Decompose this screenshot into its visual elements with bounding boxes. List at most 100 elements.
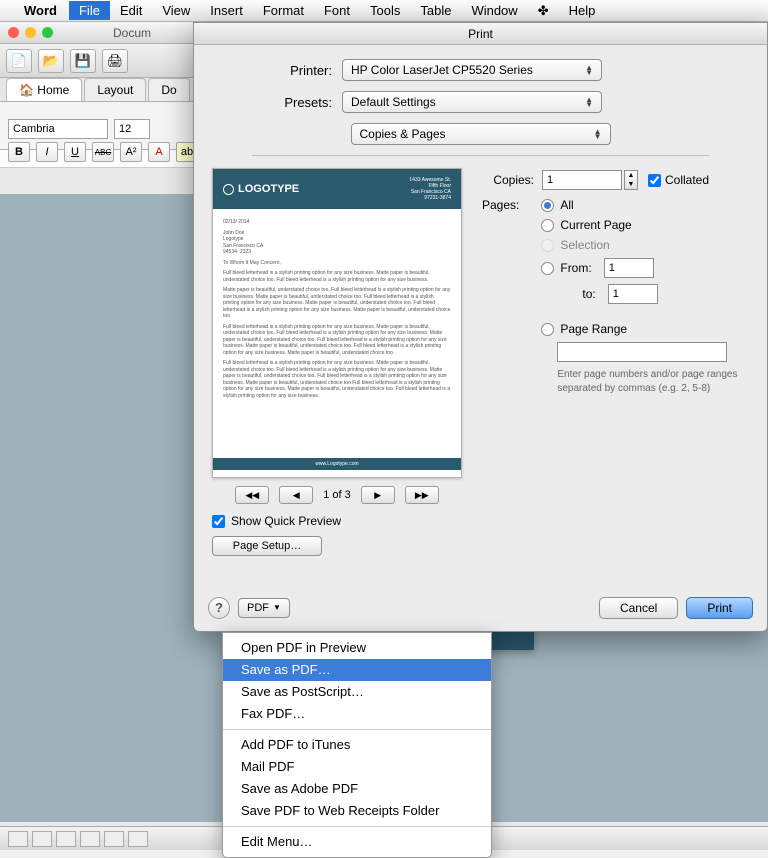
menu-help[interactable]: Help (559, 1, 606, 20)
close-icon[interactable] (8, 27, 19, 38)
help-button[interactable]: ? (208, 597, 230, 619)
presets-select[interactable]: Default Settings ▲▼ (342, 91, 602, 113)
open-button[interactable]: 📂 (38, 49, 64, 73)
menu-insert[interactable]: Insert (200, 1, 253, 20)
body: Full bleed letterhead is a stylish print… (223, 324, 451, 357)
to-row: to: (527, 284, 749, 304)
first-page-button[interactable]: ◀◀ (235, 486, 269, 504)
addr: San Francisco CA (223, 243, 263, 249)
zoom-icon[interactable] (42, 27, 53, 38)
menu-font[interactable]: Font (314, 1, 360, 20)
home-icon: 🏠 (19, 83, 34, 97)
dialog-title: Print (194, 23, 767, 45)
tab-home[interactable]: 🏠 Home (6, 78, 82, 101)
tab-doc[interactable]: Do (148, 78, 189, 101)
new-doc-button[interactable]: 📄 (6, 49, 32, 73)
mac-menubar: Word File Edit View Insert Format Font T… (0, 0, 768, 22)
print-button[interactable]: Print (686, 597, 753, 619)
italic-button[interactable]: I (36, 142, 58, 162)
save-button[interactable]: 💾 (70, 49, 96, 73)
radio-range[interactable] (541, 323, 554, 336)
prev-page-button[interactable]: ◀ (279, 486, 313, 504)
print-preview: LOGOTYPE 1433 Awesome St. Fifth Floor Sa… (212, 168, 462, 478)
body: Full bleed letterhead is a stylish print… (223, 270, 451, 283)
view-outline-button[interactable] (32, 831, 52, 847)
radio-all[interactable] (541, 199, 554, 212)
pdf-dropdown-button[interactable]: PDF ▼ (238, 598, 290, 618)
menu-add-itunes[interactable]: Add PDF to iTunes (223, 734, 491, 756)
super-sub-button[interactable]: A² (120, 142, 142, 162)
printer-value: HP Color LaserJet CP5520 Series (351, 63, 533, 77)
menu-table[interactable]: Table (410, 1, 461, 20)
view-draft-button[interactable] (8, 831, 28, 847)
font-size-combo[interactable]: 12 (114, 119, 150, 139)
radio-from-row[interactable]: From: (527, 258, 749, 278)
last-page-button[interactable]: ▶▶ (405, 486, 439, 504)
menu-view[interactable]: View (152, 1, 200, 20)
page-setup-button[interactable]: Page Setup… (212, 536, 322, 556)
radio-range-label: Page Range (560, 322, 627, 336)
print-button[interactable]: 🖨 (102, 49, 128, 73)
view-focus-button[interactable] (128, 831, 148, 847)
salut: To Whom It May Concern, (223, 260, 451, 267)
bold-button[interactable]: B (8, 142, 30, 162)
menu-window[interactable]: Window (461, 1, 527, 20)
radio-selection-label: Selection (560, 238, 609, 252)
chevron-up-down-icon: ▲▼ (594, 129, 602, 139)
range-input[interactable] (557, 342, 727, 362)
radio-from[interactable] (541, 262, 554, 275)
doc-title: Docum (113, 26, 151, 40)
copies-label: Copies: (482, 173, 542, 187)
underline-button[interactable]: U (64, 142, 86, 162)
to-input[interactable] (608, 284, 658, 304)
font-name-combo[interactable]: Cambria (8, 119, 108, 139)
section-select[interactable]: Copies & Pages ▲▼ (351, 123, 611, 145)
strike-button[interactable]: ABC (92, 142, 114, 162)
pdf-menu: Open PDF in Preview Save as PDF… Save as… (222, 632, 492, 858)
range-hint: Enter page numbers and/or page ranges se… (527, 368, 749, 396)
body: Matte paper is beautiful, understated ch… (223, 287, 451, 320)
copies-input[interactable] (542, 170, 622, 190)
traffic-lights[interactable] (8, 27, 53, 38)
copies-stepper[interactable]: ▲▼ (624, 170, 638, 190)
radio-current-row[interactable]: Current Page (527, 218, 749, 232)
collated-checkbox[interactable] (648, 174, 661, 187)
cancel-button[interactable]: Cancel (599, 597, 678, 619)
menu-edit[interactable]: Edit (110, 1, 152, 20)
view-notebook-button[interactable] (104, 831, 124, 847)
collated-check[interactable]: Collated (648, 173, 709, 187)
prev-footer: www.Logotype.com (213, 458, 461, 470)
radio-from-label: From: (560, 261, 591, 275)
show-preview-check[interactable]: Show Quick Preview (212, 514, 462, 528)
tab-layout[interactable]: Layout (84, 78, 146, 101)
logo-text: LOGOTYPE (238, 183, 299, 195)
minimize-icon[interactable] (25, 27, 36, 38)
next-page-button[interactable]: ▶ (361, 486, 395, 504)
menu-web-receipts[interactable]: Save PDF to Web Receipts Folder (223, 800, 491, 822)
menu-save-as-pdf[interactable]: Save as PDF… (223, 659, 491, 681)
addr: John Doe (223, 230, 244, 236)
radio-all-row[interactable]: All (527, 198, 749, 212)
menu-mail-pdf[interactable]: Mail PDF (223, 756, 491, 778)
menu-fax-pdf[interactable]: Fax PDF… (223, 703, 491, 725)
from-input[interactable] (604, 258, 654, 278)
show-preview-label: Show Quick Preview (231, 514, 341, 528)
app-menu[interactable]: Word (24, 3, 57, 18)
body: Full bleed letterhead is a stylish print… (223, 360, 451, 399)
printer-select[interactable]: HP Color LaserJet CP5520 Series ▲▼ (342, 59, 602, 81)
view-publish-button[interactable] (56, 831, 76, 847)
radio-range-row[interactable]: Page Range (527, 322, 749, 336)
radio-current[interactable] (541, 219, 554, 232)
font-color-button[interactable]: A (148, 142, 170, 162)
chevron-up-down-icon: ▲▼ (585, 97, 593, 107)
menu-save-postscript[interactable]: Save as PostScript… (223, 681, 491, 703)
radio-all-label: All (560, 198, 573, 212)
menu-tools[interactable]: Tools (360, 1, 410, 20)
view-print-button[interactable] (80, 831, 100, 847)
menu-file[interactable]: File (69, 1, 110, 20)
menu-script[interactable]: ✤ (528, 1, 559, 21)
menu-save-adobe[interactable]: Save as Adobe PDF (223, 778, 491, 800)
show-preview-checkbox[interactable] (212, 515, 225, 528)
menu-format[interactable]: Format (253, 1, 314, 20)
menu-open-preview[interactable]: Open PDF in Preview (223, 637, 491, 659)
